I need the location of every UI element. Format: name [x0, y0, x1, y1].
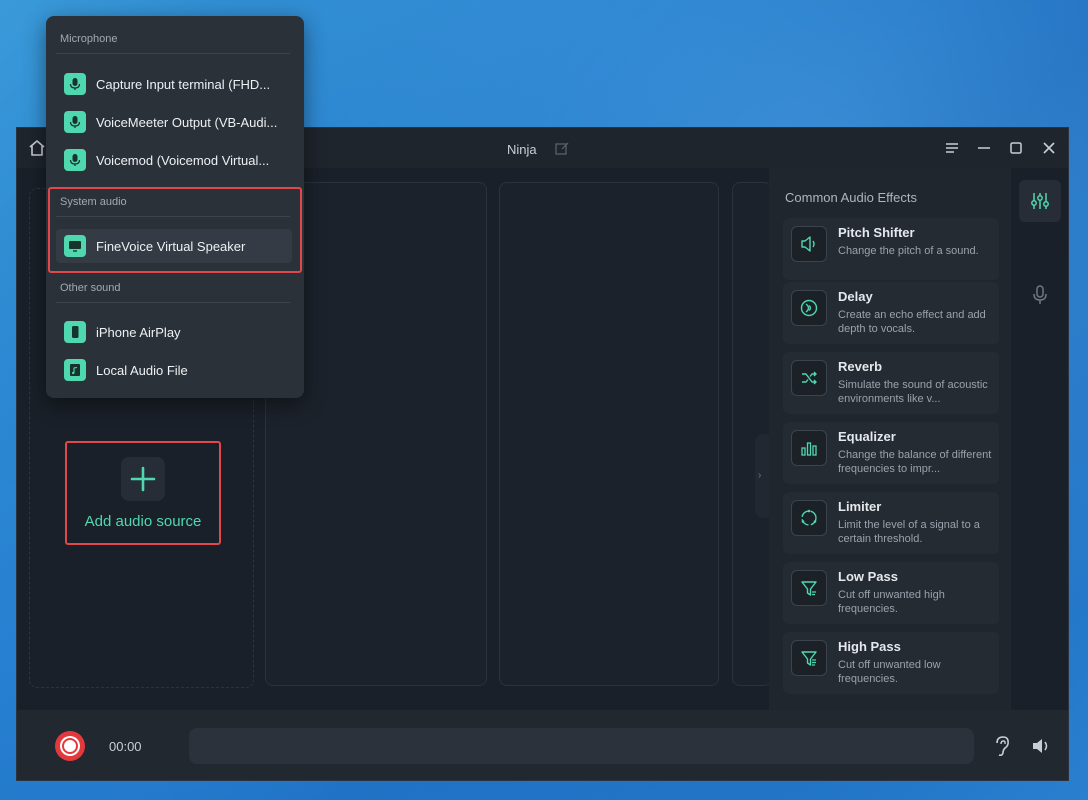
effect-name: Limiter	[838, 499, 882, 514]
music-file-icon	[64, 359, 86, 381]
effect-name: Equalizer	[838, 429, 896, 444]
filter-icon	[791, 640, 827, 676]
filter-icon	[791, 570, 827, 606]
maximize-icon[interactable]	[1007, 139, 1025, 157]
menu-item-label: iPhone AirPlay	[96, 324, 181, 340]
divider	[56, 302, 290, 303]
window-title: Ninja	[507, 141, 537, 157]
track-column	[499, 182, 719, 686]
volume-icon[interactable]	[1030, 735, 1052, 757]
effect-high-pass[interactable]: High Pass Cut off unwanted low frequenci…	[783, 632, 999, 694]
record-button[interactable]	[55, 731, 85, 761]
speaker-icon	[791, 226, 827, 262]
microphone-icon	[64, 73, 86, 95]
effect-pitch-shifter[interactable]: Pitch Shifter Change the pitch of a soun…	[783, 218, 999, 280]
effect-description: Change the pitch of a sound.	[838, 245, 979, 257]
home-icon[interactable]	[27, 138, 47, 158]
waveform-track	[189, 728, 974, 764]
effect-description: Change the balance of different frequenc…	[838, 449, 992, 475]
menu-item-voicemod[interactable]: Voicemod (Voicemod Virtual...	[56, 143, 292, 177]
minimize-icon[interactable]	[975, 139, 993, 157]
divider	[56, 216, 290, 217]
ear-monitor-icon[interactable]	[992, 735, 1012, 757]
effects-panel: Common Audio Effects Pitch Shifter Chang…	[769, 168, 1011, 710]
chevron-right-icon: ›	[758, 470, 762, 481]
edit-icon[interactable]	[555, 142, 569, 156]
monitor-icon	[64, 235, 86, 257]
circle-arrows-icon	[791, 500, 827, 536]
effect-description: Create an echo effect and add depth to v…	[838, 309, 986, 335]
effect-name: High Pass	[838, 639, 901, 654]
microphone-icon	[64, 149, 86, 171]
effect-limiter[interactable]: Limiter Limit the level of a signal to a…	[783, 492, 999, 554]
effects-tab[interactable]	[1019, 180, 1061, 222]
echo-icon	[791, 290, 827, 326]
menu-item-capture-input[interactable]: Capture Input terminal (FHD...	[56, 67, 292, 101]
sliders-icon	[1031, 193, 1049, 209]
bars-icon	[791, 430, 827, 466]
effect-reverb[interactable]: Reverb Simulate the sound of acoustic en…	[783, 352, 999, 414]
shuffle-icon	[791, 360, 827, 396]
close-icon[interactable]	[1040, 139, 1058, 157]
recording-timer: 00:00	[109, 739, 142, 754]
add-audio-source-label: Add audio source	[84, 512, 202, 530]
collapse-panel-handle[interactable]: ›	[755, 434, 769, 518]
effect-low-pass[interactable]: Low Pass Cut off unwanted high frequenci…	[783, 562, 999, 624]
add-audio-source-button[interactable]: Add audio source	[65, 441, 221, 545]
divider	[56, 53, 290, 54]
effects-panel-title: Common Audio Effects	[785, 190, 917, 205]
effect-description: Limit the level of a signal to a certain…	[838, 519, 980, 545]
menu-item-label: Capture Input terminal (FHD...	[96, 76, 271, 92]
record-icon	[62, 738, 78, 754]
microphone-icon	[1033, 285, 1047, 304]
effect-name: Pitch Shifter	[838, 225, 915, 240]
menu-item-label: Local Audio File	[96, 362, 188, 378]
menu-item-label: VoiceMeeter Output (VB-Audi...	[96, 114, 278, 130]
section-label-system-audio: System audio	[60, 196, 127, 208]
section-label-other-sound: Other sound	[60, 282, 121, 294]
menu-item-voicemeeter[interactable]: VoiceMeeter Output (VB-Audi...	[56, 105, 292, 139]
section-label-microphone: Microphone	[60, 33, 118, 45]
effect-description: Cut off unwanted high frequencies.	[838, 589, 945, 615]
plus-icon	[121, 456, 165, 501]
menu-item-label: FineVoice Virtual Speaker	[96, 238, 246, 254]
effect-delay[interactable]: Delay Create an echo effect and add dept…	[783, 282, 999, 344]
audio-source-dropdown: Microphone Capture Input terminal (FHD..…	[46, 16, 304, 398]
effect-description: Simulate the sound of acoustic environme…	[838, 379, 988, 405]
phone-icon	[64, 321, 86, 343]
effect-equalizer[interactable]: Equalizer Change the balance of differen…	[783, 422, 999, 484]
menu-icon[interactable]	[943, 139, 961, 157]
title-area: Ninja	[507, 140, 569, 158]
bottom-bar: 00:00	[17, 710, 1068, 780]
menu-item-finevoice-speaker[interactable]: FineVoice Virtual Speaker	[56, 229, 292, 263]
effect-name: Delay	[838, 289, 873, 304]
microphone-icon	[64, 111, 86, 133]
effect-name: Reverb	[838, 359, 883, 374]
menu-item-iphone-airplay[interactable]: iPhone AirPlay	[56, 315, 292, 349]
side-rail	[1011, 168, 1068, 710]
voice-tab[interactable]	[1019, 274, 1061, 316]
effect-name: Low Pass	[838, 569, 898, 584]
effect-description: Cut off unwanted low frequencies.	[838, 659, 941, 685]
menu-item-local-audio-file[interactable]: Local Audio File	[56, 353, 292, 387]
menu-item-label: Voicemod (Voicemod Virtual...	[96, 152, 270, 168]
